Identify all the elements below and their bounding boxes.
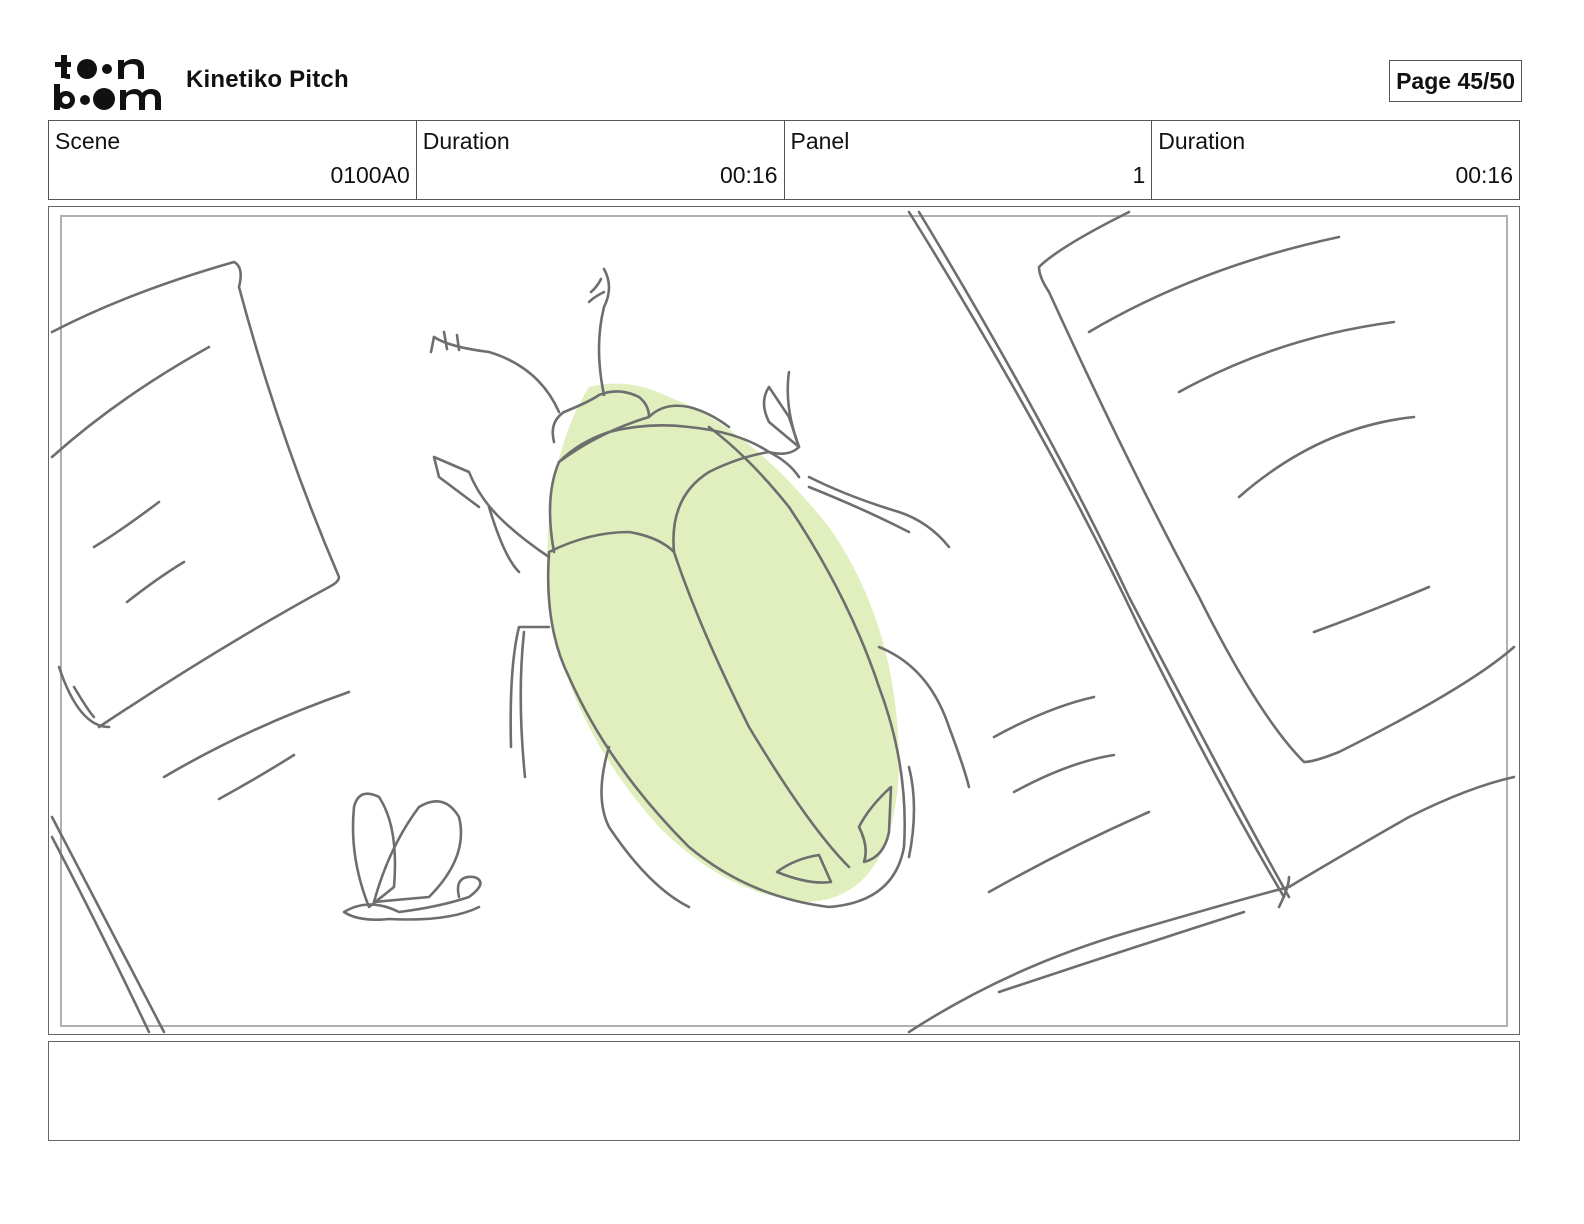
leg-mid-left	[509, 625, 551, 779]
scene-cell: Scene 0100A0	[49, 121, 417, 199]
book-bottom-pages	[907, 775, 1516, 1034]
panel-duration-value: 00:16	[1455, 162, 1513, 188]
beetle-fill	[547, 383, 899, 902]
page-indicator: Page 45/50	[1389, 60, 1522, 102]
storyboard-panel[interactable]	[48, 206, 1520, 1035]
leg-front-left	[432, 455, 551, 559]
panel-cell: Panel 1	[785, 121, 1153, 199]
scene-duration-label: Duration	[422, 128, 510, 154]
scene-duration-value: 00:16	[719, 162, 778, 188]
book-right-cover	[1037, 210, 1516, 764]
antenna-right	[597, 267, 611, 397]
toon-boom-logo-mark	[54, 55, 161, 110]
panel-label: Panel	[790, 128, 850, 154]
panel-info-row: Scene 0100A0 Duration 00:16 Panel 1 Dura…	[48, 120, 1520, 200]
panel-notes[interactable]	[48, 1041, 1520, 1141]
leg-far-right	[907, 765, 916, 859]
scene-duration-cell: Duration 00:16	[417, 121, 785, 199]
antenna-left	[432, 335, 561, 414]
panel-value: 1	[1132, 162, 1146, 188]
panel-duration-cell: Duration 00:16	[1152, 121, 1519, 199]
scene-label: Scene	[55, 128, 121, 154]
toon-boom-logo	[52, 52, 164, 112]
book-left-lower	[57, 665, 111, 729]
scene-value: 0100A0	[330, 162, 410, 188]
panel-duration-label: Duration	[1158, 128, 1246, 154]
butterfly-wing-left	[351, 792, 397, 909]
leg-front-right	[762, 385, 801, 455]
book-left-spine	[50, 815, 166, 1034]
project-title: Kinetiko Pitch	[186, 66, 349, 93]
book-left-cover	[50, 260, 341, 729]
panel-sketch	[50, 210, 1516, 1034]
